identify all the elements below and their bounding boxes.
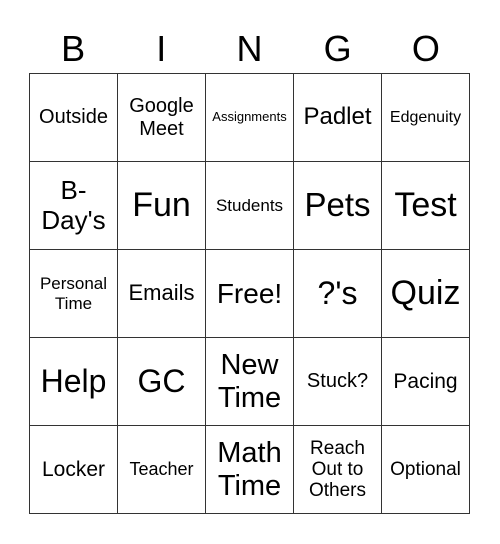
bingo-cell[interactable]: Stuck? bbox=[294, 338, 382, 426]
bingo-cell[interactable]: Pets bbox=[294, 162, 382, 250]
bingo-cell[interactable]: GC bbox=[118, 338, 206, 426]
bingo-header: B I N G O bbox=[29, 24, 470, 74]
cell-label: Locker bbox=[41, 457, 106, 481]
bingo-cell free-space[interactable]: Free! bbox=[206, 250, 294, 338]
bingo-cell[interactable]: Google Meet bbox=[118, 74, 206, 162]
bingo-cell[interactable]: Reach Out to Others bbox=[294, 426, 382, 514]
cell-label: Teacher bbox=[129, 459, 194, 480]
free-space-label: Free! bbox=[216, 277, 283, 309]
cell-label: Google Meet bbox=[129, 95, 194, 140]
bingo-cell[interactable]: Quiz bbox=[382, 250, 470, 338]
bingo-cell[interactable]: Pacing bbox=[382, 338, 470, 426]
cell-label: Optional bbox=[390, 458, 461, 480]
cell-label: Pets bbox=[304, 186, 371, 224]
bingo-cell[interactable]: Emails bbox=[118, 250, 206, 338]
cell-label: Personal Time bbox=[39, 274, 108, 313]
cell-label: Reach Out to Others bbox=[308, 437, 367, 502]
cell-label: GC bbox=[137, 362, 186, 399]
bingo-cell[interactable]: Students bbox=[206, 162, 294, 250]
bingo-card-grid: Outside Google Meet Assignments Padlet E… bbox=[29, 73, 470, 514]
bingo-cell[interactable]: Math Time bbox=[206, 426, 294, 514]
bingo-cell[interactable]: New Time bbox=[206, 338, 294, 426]
cell-label: Fun bbox=[132, 186, 191, 225]
cell-label: Help bbox=[40, 362, 107, 399]
bingo-cell[interactable]: Help bbox=[30, 338, 118, 426]
cell-label: Math Time bbox=[217, 437, 282, 502]
bingo-cell[interactable]: ?'s bbox=[294, 250, 382, 338]
cell-label: New Time bbox=[217, 349, 282, 414]
header-letter-n: N bbox=[236, 28, 263, 69]
bingo-cell[interactable]: Optional bbox=[382, 426, 470, 514]
cell-label: ?'s bbox=[317, 274, 358, 311]
bingo-cell[interactable]: Padlet bbox=[294, 74, 382, 162]
cell-label: Students bbox=[215, 195, 284, 215]
bingo-cell[interactable]: Edgenuity bbox=[382, 74, 470, 162]
cell-label: B-Day's bbox=[41, 175, 106, 235]
cell-label: Emails bbox=[128, 280, 195, 306]
cell-label: Quiz bbox=[390, 274, 461, 313]
bingo-cell[interactable]: Test bbox=[382, 162, 470, 250]
header-letter-o: O bbox=[411, 28, 440, 69]
bingo-cell[interactable]: Outside bbox=[30, 74, 118, 162]
header-letter-b: B bbox=[61, 28, 86, 69]
bingo-cell[interactable]: Fun bbox=[118, 162, 206, 250]
cell-label: Outside bbox=[39, 106, 108, 129]
cell-label: Pacing bbox=[393, 369, 458, 393]
bingo-cell[interactable]: Locker bbox=[30, 426, 118, 514]
cell-label: Padlet bbox=[303, 103, 372, 131]
cell-label: Edgenuity bbox=[389, 108, 462, 126]
bingo-cell[interactable]: Teacher bbox=[118, 426, 206, 514]
bingo-cell[interactable]: Personal Time bbox=[30, 250, 118, 338]
cell-label: Test bbox=[394, 186, 457, 225]
bingo-cell[interactable]: B-Day's bbox=[30, 162, 118, 250]
bingo-cell[interactable]: Assignments bbox=[206, 74, 294, 162]
header-letter-i: I bbox=[156, 28, 167, 69]
cell-label: Stuck? bbox=[306, 370, 369, 393]
cell-label: Assignments bbox=[212, 109, 287, 125]
header-letter-g: G bbox=[323, 28, 352, 69]
